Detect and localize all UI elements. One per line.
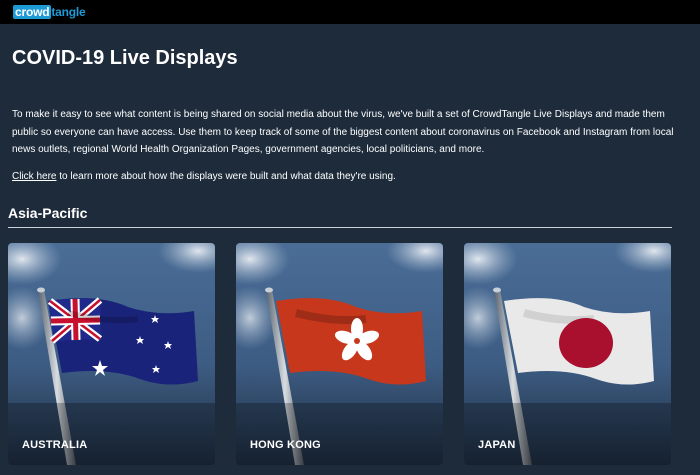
card-label: JAPAN bbox=[478, 439, 516, 451]
section-title-asia-pacific: Asia-Pacific bbox=[8, 205, 88, 221]
card-japan[interactable]: JAPAN bbox=[464, 243, 671, 465]
section-divider bbox=[8, 227, 672, 228]
card-australia[interactable]: AUSTRALIA bbox=[8, 243, 215, 465]
page-title: COVID-19 Live Displays bbox=[12, 47, 238, 69]
card-label: HONG KONG bbox=[250, 439, 321, 451]
learn-more-text: Click here to learn more about how the d… bbox=[12, 168, 396, 185]
australia-flag-image bbox=[8, 243, 215, 465]
learn-more-rest: to learn more about how the displays wer… bbox=[56, 171, 396, 182]
intro-paragraph: To make it easy to see what content is b… bbox=[12, 109, 674, 155]
card-label: AUSTRALIA bbox=[22, 439, 88, 451]
top-bar: crowd tangle bbox=[0, 0, 700, 24]
crowdtangle-logo[interactable]: crowd tangle bbox=[13, 5, 86, 19]
click-here-link[interactable]: Click here bbox=[12, 171, 56, 182]
card-hong-kong[interactable]: HONG KONG bbox=[236, 243, 443, 465]
japan-flag-image bbox=[464, 243, 671, 465]
hong-kong-flag-image bbox=[236, 243, 443, 465]
